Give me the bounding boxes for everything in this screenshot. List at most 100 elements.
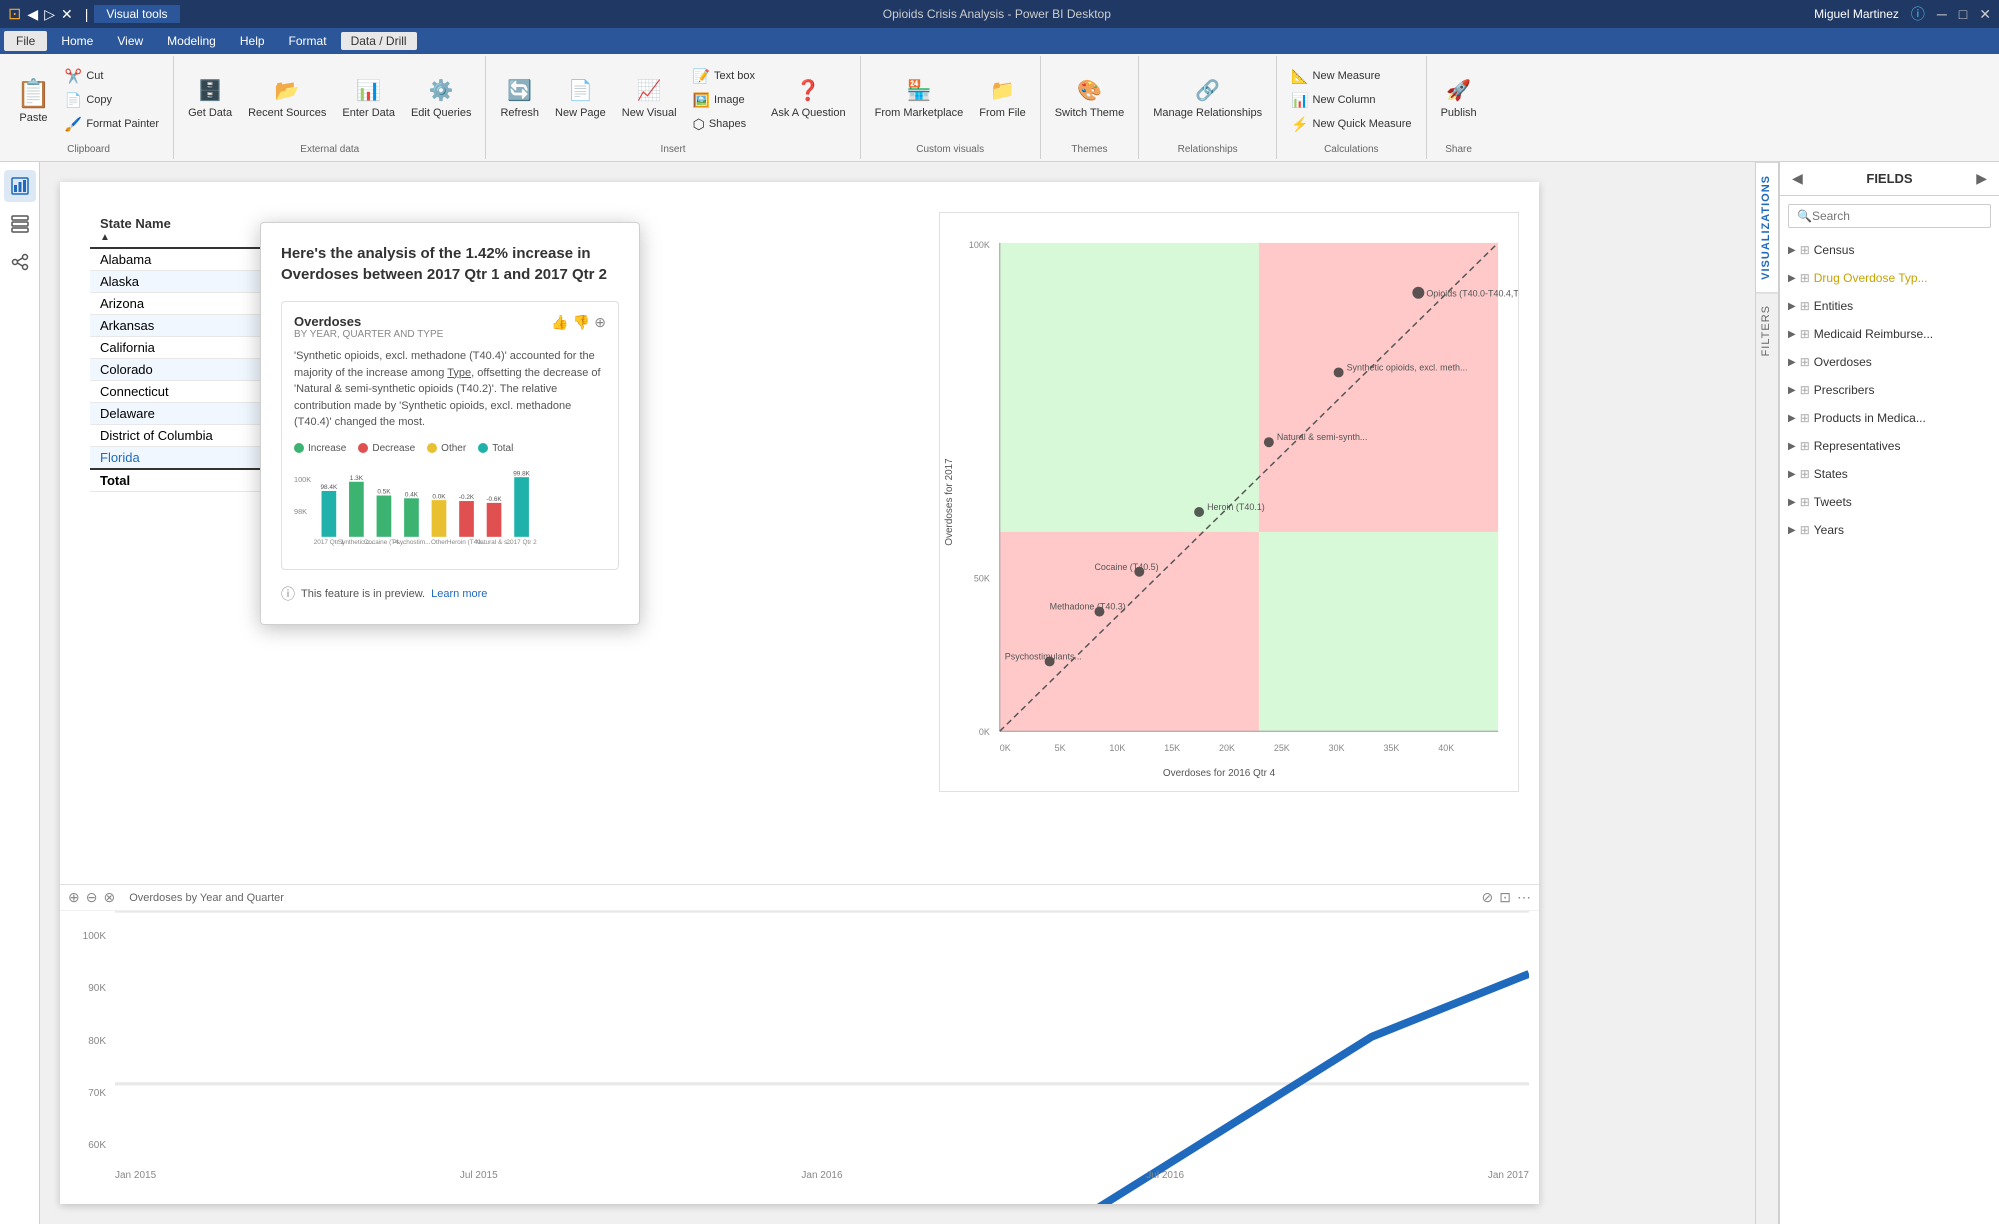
chevron-right-icon: ▶: [1788, 329, 1796, 340]
svg-text:Overdoses for 2016 Qtr 4: Overdoses for 2016 Qtr 4: [1163, 768, 1276, 779]
publish-button[interactable]: 🚀 Publish: [1435, 64, 1483, 136]
legend-decrease-label: Decrease: [372, 443, 415, 454]
viz-tab-visualizations[interactable]: VISUALIZATIONS: [1756, 162, 1778, 292]
from-file-button[interactable]: 📁 From File: [973, 64, 1031, 136]
ribbon: 📋 Paste ✂️ Cut 📄 Copy 🖌️ Format Painter …: [0, 54, 1999, 162]
get-data-label: Get Data: [188, 107, 232, 120]
field-group-years-header[interactable]: ▶ ⊞ Years: [1788, 520, 1991, 540]
svg-text:20K: 20K: [1219, 743, 1235, 753]
get-data-button[interactable]: 🗄️ Get Data: [182, 64, 238, 136]
shapes-button[interactable]: ⬡ Shapes: [687, 113, 761, 135]
enter-data-button[interactable]: 📊 Enter Data: [336, 64, 401, 136]
svg-text:1.3K: 1.3K: [350, 474, 364, 481]
chevron-right-icon: ▶: [1788, 245, 1796, 256]
chart-focus-icon[interactable]: ⊡: [1499, 889, 1511, 906]
menu-data-drill[interactable]: Data / Drill: [341, 32, 417, 50]
field-group-representatives-header[interactable]: ▶ ⊞ Representatives: [1788, 436, 1991, 456]
chart-info-icon[interactable]: ⊖: [86, 889, 98, 906]
search-box[interactable]: 🔍: [1788, 204, 1991, 228]
right-panel: ◀ FIELDS ▶ 🔍 ▶ ⊞ Census ▶ ⊞ Drug Overdos…: [1779, 162, 1999, 1224]
copy-button[interactable]: 📄 Copy: [59, 89, 165, 111]
field-group-states-header[interactable]: ▶ ⊞ States: [1788, 464, 1991, 484]
viz-tab-filters[interactable]: FILTERS: [1756, 292, 1778, 368]
menu-home[interactable]: Home: [51, 32, 103, 50]
sidebar-data-icon[interactable]: [4, 208, 36, 240]
svg-text:0K: 0K: [1000, 743, 1011, 753]
chevron-right-icon: ▶: [1788, 497, 1796, 508]
image-button[interactable]: 🖼️ Image: [687, 89, 761, 111]
refresh-button[interactable]: 🔄 Refresh: [494, 64, 545, 136]
switch-theme-button[interactable]: 🎨 Switch Theme: [1049, 64, 1131, 136]
field-group-medicaid-header[interactable]: ▶ ⊞ Medicaid Reimburse...: [1788, 324, 1991, 344]
field-group-overdoses-header[interactable]: ▶ ⊞ Overdoses: [1788, 352, 1991, 372]
ai-popup-title: Here's the analysis of the 1.42% increas…: [281, 243, 619, 285]
menu-modeling[interactable]: Modeling: [157, 32, 226, 50]
field-group-drug-header[interactable]: ▶ ⊞ Drug Overdose Typ...: [1788, 268, 1991, 288]
menu-format[interactable]: Format: [279, 32, 337, 50]
field-group-prescribers-header[interactable]: ▶ ⊞ Prescribers: [1788, 380, 1991, 400]
app-title: Opioids Crisis Analysis - Power BI Deskt…: [883, 7, 1111, 21]
svg-text:Methadone (T40.3): Methadone (T40.3): [1050, 602, 1126, 612]
new-visual-button[interactable]: 📈 New Visual: [616, 64, 683, 136]
main-area: State Name ▲ 2015 2016 2017 Alabama 720: [0, 162, 1999, 1224]
field-group-tweets-header[interactable]: ▶ ⊞ Tweets: [1788, 492, 1991, 512]
canvas-area[interactable]: State Name ▲ 2015 2016 2017 Alabama 720: [40, 162, 1779, 1224]
sidebar-model-icon[interactable]: [4, 246, 36, 278]
menu-file[interactable]: File: [4, 31, 47, 51]
share-label: Share: [1445, 140, 1472, 155]
chart-toolbar: ⊕ ⊖ ⊗ Overdoses by Year and Quarter ⊘ ⊡ …: [60, 885, 1539, 911]
title-bar: ⊡ ◀ ▷ ✕ | Visual tools Opioids Crisis An…: [0, 0, 1999, 28]
svg-text:-0.6K: -0.6K: [486, 496, 502, 503]
menu-help[interactable]: Help: [230, 32, 275, 50]
new-quick-measure-button[interactable]: ⚡ New Quick Measure: [1285, 113, 1417, 135]
manage-relationships-button[interactable]: 🔗 Manage Relationships: [1147, 64, 1268, 136]
panel-collapse-left[interactable]: ◀: [1792, 170, 1803, 187]
svg-text:10K: 10K: [1109, 743, 1125, 753]
fields-title: FIELDS: [1866, 171, 1912, 186]
enter-data-label: Enter Data: [342, 107, 395, 120]
cut-button[interactable]: ✂️ Cut: [59, 65, 165, 87]
from-marketplace-button[interactable]: 🏪 From Marketplace: [869, 64, 970, 136]
ai-chart-title: Overdoses: [294, 314, 443, 329]
recent-sources-button[interactable]: 📂 Recent Sources: [242, 64, 332, 136]
new-measure-button[interactable]: 📐 New Measure: [1285, 65, 1417, 87]
chart-more-icon[interactable]: ⋯: [1517, 889, 1531, 906]
chevron-right-icon: ▶: [1788, 273, 1796, 284]
thumbs-up-icon[interactable]: 👍: [551, 314, 568, 331]
entities-label: Entities: [1814, 299, 1853, 313]
chart-area: 100K 90K 80K 70K 60K: [60, 911, 1539, 1181]
field-group-census-header[interactable]: ▶ ⊞ Census: [1788, 240, 1991, 260]
field-group-representatives: ▶ ⊞ Representatives: [1780, 432, 1999, 460]
menu-view[interactable]: View: [107, 32, 153, 50]
minimize-btn[interactable]: ─: [1937, 6, 1947, 22]
ask-question-button[interactable]: ❓ Ask A Question: [765, 64, 852, 136]
new-page-button[interactable]: 📄 New Page: [549, 64, 612, 136]
chart-filter-icon[interactable]: ⊗: [103, 889, 115, 906]
panel-collapse-right[interactable]: ▶: [1976, 170, 1987, 187]
field-group-products-header[interactable]: ▶ ⊞ Products in Medica...: [1788, 408, 1991, 428]
text-box-button[interactable]: 📝 Text box: [687, 65, 761, 87]
ribbon-clipboard-buttons: 📋 Paste ✂️ Cut 📄 Copy 🖌️ Format Painter: [12, 60, 165, 140]
add-icon[interactable]: ⊕: [594, 314, 606, 331]
sidebar-report-icon[interactable]: [4, 170, 36, 202]
ai-chart-subtitle: BY YEAR, QUARTER AND TYPE: [294, 329, 443, 340]
new-column-button[interactable]: 📊 New Column: [1285, 89, 1417, 111]
chart-download-icon[interactable]: ⊘: [1482, 889, 1494, 906]
svg-text:98K: 98K: [294, 506, 307, 515]
search-input[interactable]: [1812, 209, 1982, 223]
chart-title: Overdoses by Year and Quarter: [121, 892, 1475, 904]
chart-expand-icon[interactable]: ⊕: [68, 889, 80, 906]
learn-more-link[interactable]: Learn more: [431, 588, 487, 600]
marketplace-label: From Marketplace: [875, 107, 964, 120]
thumbs-down-icon[interactable]: 👎: [573, 314, 590, 331]
field-group-entities-header[interactable]: ▶ ⊞ Entities: [1788, 296, 1991, 316]
edit-queries-button[interactable]: ⚙️ Edit Queries: [405, 64, 478, 136]
viz-tabs: VISUALIZATIONS FILTERS: [1755, 162, 1779, 1224]
tab-visual-tools[interactable]: Visual tools: [94, 5, 179, 23]
maximize-btn[interactable]: □: [1959, 6, 1967, 22]
close-btn[interactable]: ✕: [1979, 6, 1991, 23]
paste-button[interactable]: 📋 Paste: [12, 75, 55, 126]
svg-text:99.8K: 99.8K: [513, 470, 530, 477]
format-painter-button[interactable]: 🖌️ Format Painter: [59, 113, 165, 135]
insert-label: Insert: [661, 140, 686, 155]
